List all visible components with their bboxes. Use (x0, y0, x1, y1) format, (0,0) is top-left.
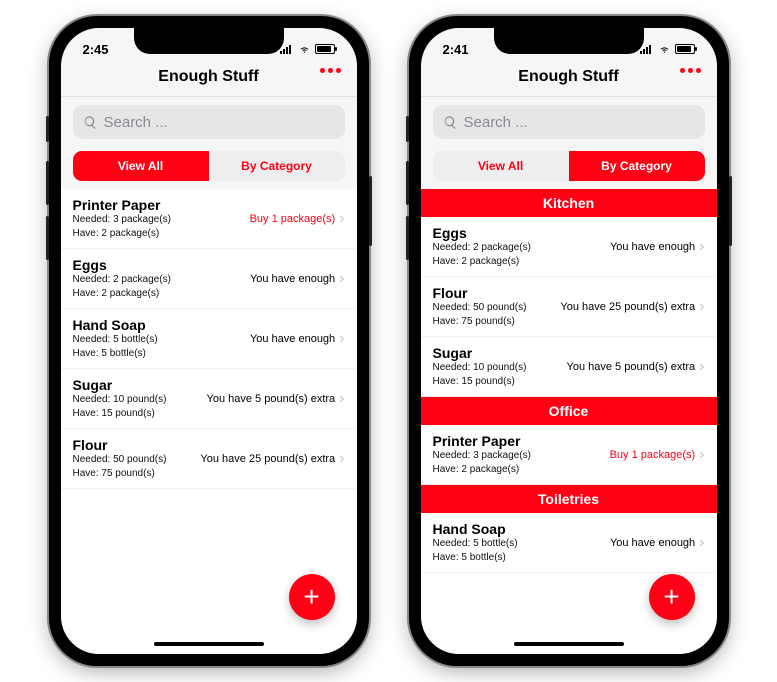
more-button[interactable] (320, 68, 341, 73)
item-have: Have: 2 package(s) (433, 464, 610, 477)
item-name: Eggs (433, 225, 610, 241)
item-status: Buy 1 package(s) (610, 449, 696, 461)
item-needed: Needed: 50 pound(s) (73, 454, 201, 467)
item-name: Printer Paper (433, 433, 610, 449)
item-status: You have 25 pound(s) extra (560, 301, 695, 313)
category-header: Office (421, 397, 717, 425)
item-have: Have: 15 pound(s) (433, 376, 567, 389)
item-status: You have enough (610, 537, 695, 549)
chevron-right-icon: › (699, 298, 704, 316)
add-button[interactable]: + (289, 574, 335, 620)
search-icon (443, 115, 458, 130)
segment-by-category[interactable]: By Category (209, 151, 345, 181)
notch (494, 28, 644, 54)
item-have: Have: 5 bottle(s) (433, 552, 610, 565)
item-needed: Needed: 5 bottle(s) (433, 538, 610, 551)
search-placeholder: Search ... (464, 114, 528, 131)
item-name: Flour (73, 437, 201, 453)
add-button[interactable]: + (649, 574, 695, 620)
segment-view-all[interactable]: View All (73, 151, 209, 181)
nav-bar: Enough Stuff (421, 62, 717, 97)
wifi-icon (298, 44, 311, 54)
battery-icon (675, 44, 695, 54)
item-needed: Needed: 10 pound(s) (433, 362, 567, 375)
page-title: Enough Stuff (518, 68, 618, 85)
item-have: Have: 5 bottle(s) (73, 348, 250, 361)
item-name: Hand Soap (433, 521, 610, 537)
segment-view-all[interactable]: View All (433, 151, 569, 181)
chevron-right-icon: › (339, 330, 344, 348)
item-needed: Needed: 2 package(s) (73, 274, 250, 287)
item-needed: Needed: 10 pound(s) (73, 394, 207, 407)
item-status: You have 5 pound(s) extra (207, 393, 336, 405)
list-item[interactable]: EggsNeeded: 2 package(s)Have: 2 package(… (421, 217, 717, 277)
item-status: Buy 1 package(s) (250, 213, 336, 225)
list-item[interactable]: FlourNeeded: 50 pound(s)Have: 75 pound(s… (421, 277, 717, 337)
item-name: Sugar (73, 377, 207, 393)
notch (134, 28, 284, 54)
home-indicator (154, 642, 264, 646)
wifi-icon (658, 44, 671, 54)
plus-icon: + (663, 583, 679, 611)
list-item[interactable]: FlourNeeded: 50 pound(s)Have: 75 pound(s… (61, 429, 357, 489)
item-have: Have: 2 package(s) (73, 288, 250, 301)
item-needed: Needed: 50 pound(s) (433, 302, 561, 315)
item-status: You have 25 pound(s) extra (200, 453, 335, 465)
item-name: Printer Paper (73, 197, 250, 213)
item-name: Hand Soap (73, 317, 250, 333)
phone-left: 2:45 Enough Stuff Search ... View All By… (49, 16, 369, 666)
phone-right: 2:41 Enough Stuff Search ... View All By… (409, 16, 729, 666)
status-time: 2:41 (443, 42, 469, 57)
item-have: Have: 15 pound(s) (73, 408, 207, 421)
item-status: You have enough (610, 241, 695, 253)
item-status: You have enough (250, 273, 335, 285)
chevron-right-icon: › (339, 210, 344, 228)
item-name: Flour (433, 285, 561, 301)
item-needed: Needed: 2 package(s) (433, 242, 610, 255)
chevron-right-icon: › (699, 534, 704, 552)
search-input[interactable]: Search ... (73, 105, 345, 139)
category-header: Kitchen (421, 189, 717, 217)
list-item[interactable]: SugarNeeded: 10 pound(s)Have: 15 pound(s… (61, 369, 357, 429)
chevron-right-icon: › (699, 238, 704, 256)
search-icon (83, 115, 98, 130)
item-needed: Needed: 3 package(s) (73, 214, 250, 227)
list-item[interactable]: Hand SoapNeeded: 5 bottle(s)Have: 5 bott… (61, 309, 357, 369)
list-item[interactable]: Printer PaperNeeded: 3 package(s)Have: 2… (61, 189, 357, 249)
search-input[interactable]: Search ... (433, 105, 705, 139)
segment-control: View All By Category (433, 151, 705, 181)
page-title: Enough Stuff (158, 68, 258, 85)
status-time: 2:45 (83, 42, 109, 57)
item-status: You have enough (250, 333, 335, 345)
item-name: Eggs (73, 257, 250, 273)
nav-bar: Enough Stuff (61, 62, 357, 97)
home-indicator (514, 642, 624, 646)
item-status: You have 5 pound(s) extra (567, 361, 696, 373)
chevron-right-icon: › (699, 358, 704, 376)
chevron-right-icon: › (339, 270, 344, 288)
item-have: Have: 2 package(s) (73, 228, 250, 241)
item-name: Sugar (433, 345, 567, 361)
category-header: Toiletries (421, 485, 717, 513)
list-item[interactable]: Hand SoapNeeded: 5 bottle(s)Have: 5 bott… (421, 513, 717, 573)
plus-icon: + (303, 583, 319, 611)
chevron-right-icon: › (699, 446, 704, 464)
segment-by-category[interactable]: By Category (569, 151, 705, 181)
segment-control: View All By Category (73, 151, 345, 181)
item-have: Have: 75 pound(s) (433, 316, 561, 329)
item-needed: Needed: 3 package(s) (433, 450, 610, 463)
chevron-right-icon: › (339, 450, 344, 468)
list-item[interactable]: Printer PaperNeeded: 3 package(s)Have: 2… (421, 425, 717, 485)
item-have: Have: 2 package(s) (433, 256, 610, 269)
item-needed: Needed: 5 bottle(s) (73, 334, 250, 347)
item-have: Have: 75 pound(s) (73, 468, 201, 481)
list-item[interactable]: SugarNeeded: 10 pound(s)Have: 15 pound(s… (421, 337, 717, 397)
search-placeholder: Search ... (104, 114, 168, 131)
more-button[interactable] (680, 68, 701, 73)
chevron-right-icon: › (339, 390, 344, 408)
battery-icon (315, 44, 335, 54)
list-item[interactable]: EggsNeeded: 2 package(s)Have: 2 package(… (61, 249, 357, 309)
